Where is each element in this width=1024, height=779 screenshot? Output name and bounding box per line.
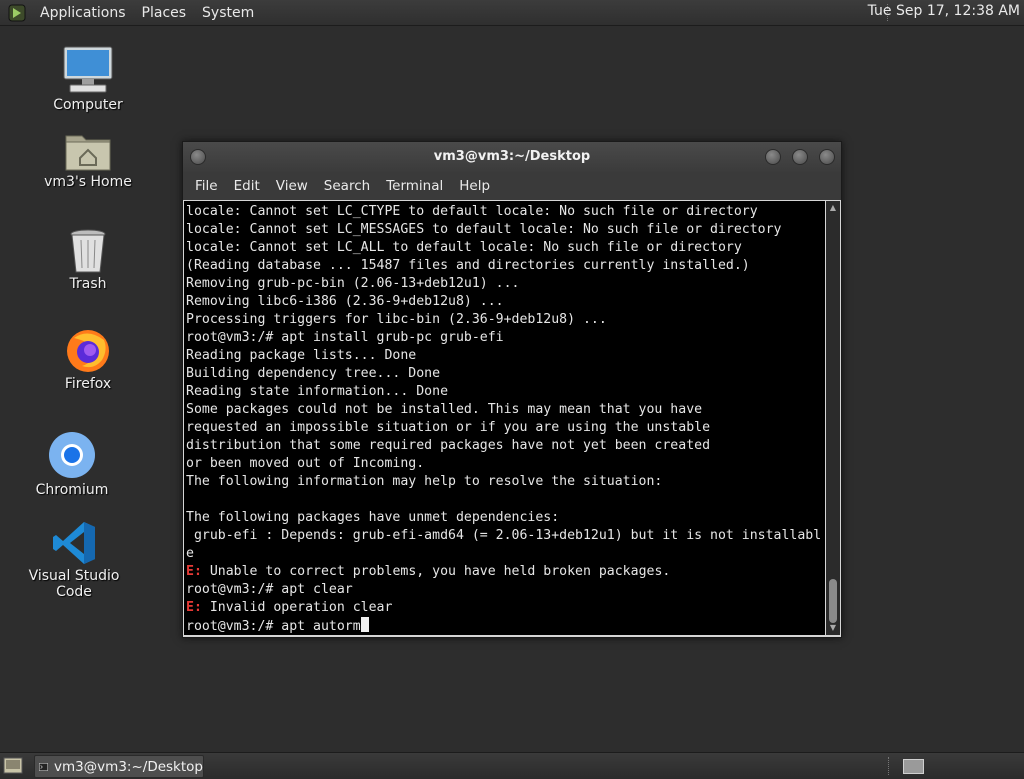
terminal-line: root@vm3:/# apt autorm	[186, 619, 361, 634]
terminal-output[interactable]: locale: Cannot set LC_CTYPE to default l…	[184, 201, 825, 635]
scrollbar-thumb[interactable]	[829, 579, 837, 623]
desktop-icon-chromium[interactable]: Chromium	[7, 430, 137, 498]
terminal-line: grub-efi : Depends: grub-efi-amd64 (= 2.…	[186, 528, 822, 543]
terminal-line: Some packages could not be installed. Th…	[186, 402, 703, 417]
close-button[interactable]	[819, 149, 835, 165]
terminal-icon	[39, 762, 48, 771]
menu-applications[interactable]: Applications	[32, 5, 134, 21]
top-panel: Applications Places System Tue Sep 17, 1…	[0, 0, 1024, 26]
desktop-icon-label: Chromium	[35, 482, 109, 498]
show-desktop-icon[interactable]	[3, 757, 23, 774]
menu-search[interactable]: Search	[316, 178, 378, 194]
menu-view[interactable]: View	[268, 178, 316, 194]
error-tag: E:	[186, 564, 202, 579]
computer-icon	[63, 46, 113, 93]
scroll-down-arrow-icon[interactable]: ▼	[829, 624, 837, 632]
taskbar-terminal-button[interactable]: vm3@vm3:~/Desktop	[34, 755, 204, 778]
terminal-line: root@vm3:/# apt install grub-pc grub-efi	[186, 330, 504, 345]
desktop-icon-label: Firefox	[64, 376, 112, 392]
menu-system[interactable]: System	[194, 5, 262, 21]
trash-icon	[70, 229, 106, 273]
taskbar-item-label: vm3@vm3:~/Desktop	[53, 758, 203, 775]
bottom-panel: vm3@vm3:~/Desktop	[0, 752, 1024, 779]
desktop-icon-home[interactable]: vm3's Home	[23, 128, 153, 190]
terminal-line: or been moved out of Incoming.	[186, 456, 425, 471]
applications-menu-icon[interactable]	[8, 4, 26, 22]
terminal-line: root@vm3:/# apt clear	[186, 582, 353, 597]
terminal-line: E: Unable to correct problems, you have …	[186, 564, 671, 579]
desktop-icon-label: Trash	[69, 276, 107, 292]
terminal-line: distribution that some required packages…	[186, 438, 711, 453]
workspace-switcher[interactable]	[903, 759, 924, 774]
terminal-line: e	[186, 546, 194, 561]
terminal-window[interactable]: vm3@vm3:~/Desktop File Edit View Search …	[182, 141, 842, 638]
terminal-line: locale: Cannot set LC_ALL to default loc…	[186, 240, 742, 255]
terminal-line: Removing grub-pc-bin (2.06-13+deb12u1) .…	[186, 276, 520, 291]
panel-separator	[888, 757, 891, 775]
desktop-icon-computer[interactable]: Computer	[23, 45, 153, 113]
terminal-line: (Reading database ... 15487 files and di…	[186, 258, 750, 273]
window-title: vm3@vm3:~/Desktop	[433, 149, 591, 164]
terminal-line: Removing libc6-i386 (2.36-9+deb12u8) ...	[186, 294, 504, 309]
terminal-line: E: Invalid operation clear	[186, 600, 393, 615]
terminal-line: Processing triggers for libc-bin (2.36-9…	[186, 312, 607, 327]
error-tag: E:	[186, 600, 202, 615]
desktop-icon-label: Computer	[53, 97, 123, 113]
terminal-line: requested an impossible situation or if …	[186, 420, 711, 435]
desktop-icon-label: vm3's Home	[44, 174, 132, 190]
terminal-line: locale: Cannot set LC_MESSAGES to defaul…	[186, 222, 782, 237]
terminal-line: Building dependency tree... Done	[186, 366, 441, 381]
firefox-icon	[67, 330, 109, 372]
scroll-up-arrow-icon[interactable]: ▲	[829, 204, 837, 212]
clock[interactable]: Tue Sep 17, 12:38 AM	[868, 3, 1020, 19]
menu-file[interactable]: File	[187, 178, 226, 194]
terminal-line: locale: Cannot set LC_CTYPE to default l…	[186, 204, 758, 219]
terminal-line: The following packages have unmet depend…	[186, 510, 560, 525]
desktop-icon-vscode[interactable]: Visual Studio Code	[9, 520, 139, 600]
terminal-line: The following information may help to re…	[186, 474, 663, 489]
maximize-button[interactable]	[792, 149, 808, 165]
terminal-line: Reading package lists... Done	[186, 348, 417, 363]
terminal-scrollbar[interactable]: ▲ ▼	[826, 201, 840, 635]
desktop-icon-label: Visual Studio Code	[28, 568, 120, 600]
menu-terminal[interactable]: Terminal	[378, 178, 451, 194]
minimize-button[interactable]	[765, 149, 781, 165]
terminal-line: Reading state information... Done	[186, 384, 449, 399]
vscode-icon	[53, 522, 95, 564]
window-menu-button[interactable]	[190, 149, 206, 165]
menu-places[interactable]: Places	[134, 5, 195, 21]
window-titlebar[interactable]: vm3@vm3:~/Desktop	[183, 142, 841, 172]
menu-edit[interactable]: Edit	[226, 178, 268, 194]
menu-help[interactable]: Help	[451, 178, 498, 194]
terminal-cursor	[360, 617, 369, 632]
home-folder-icon	[65, 135, 111, 171]
terminal-text: locale: Cannot set LC_CTYPE to default l…	[184, 201, 825, 635]
chromium-icon	[49, 432, 95, 478]
desktop-icon-trash[interactable]: Trash	[23, 228, 153, 292]
terminal-menubar: File Edit View Search Terminal Help	[183, 172, 841, 200]
desktop-icon-firefox[interactable]: Firefox	[23, 326, 153, 392]
